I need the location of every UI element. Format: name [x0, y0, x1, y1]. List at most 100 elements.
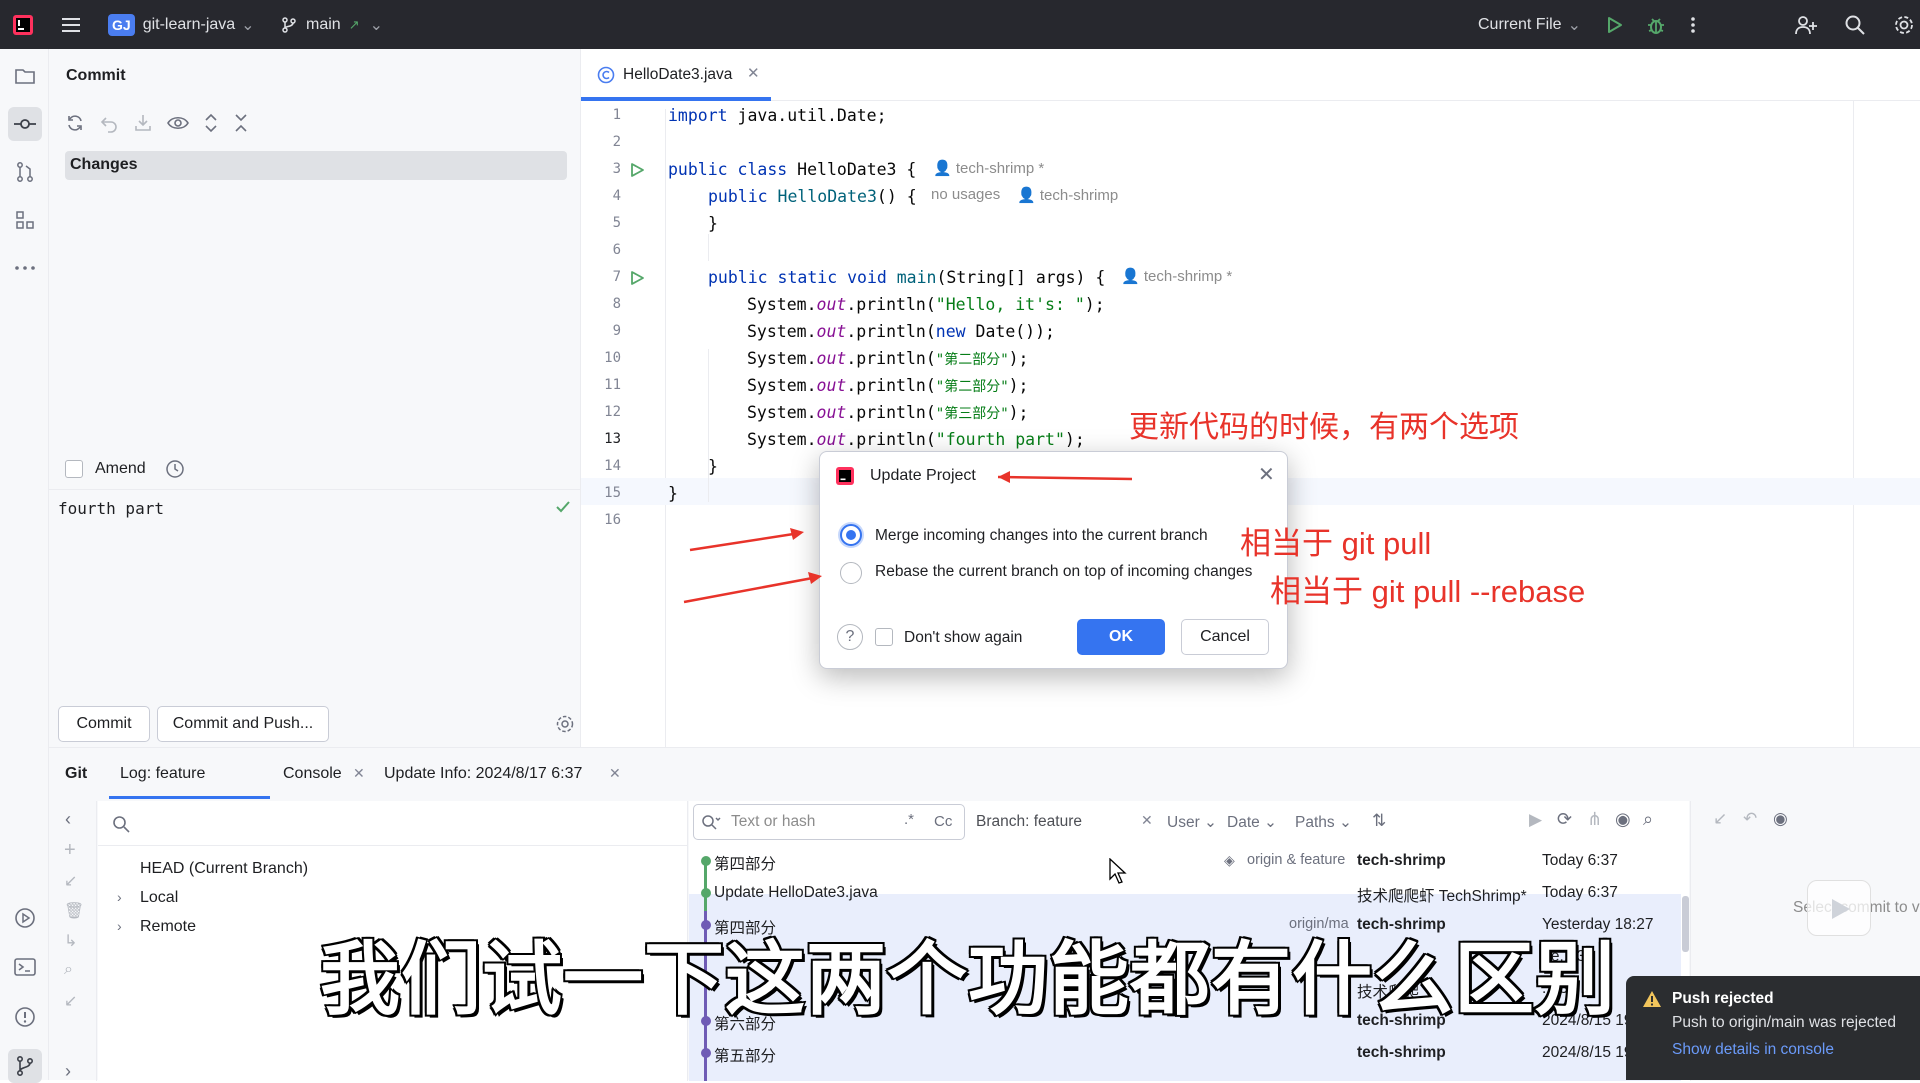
arrow-down-left-icon[interactable]: ↙: [1713, 809, 1727, 829]
code-line-3[interactable]: public class HelloDate3 {: [668, 160, 916, 179]
code-line-1[interactable]: import java.util.Date;: [668, 106, 887, 125]
code-line-4[interactable]: public HelloDate3() {: [708, 187, 917, 206]
intellij-logo-icon[interactable]: [12, 0, 34, 49]
author-hint[interactable]: 👤 tech-shrimp: [1017, 186, 1118, 204]
amend-checkbox[interactable]: [65, 460, 83, 478]
chevron-left-icon[interactable]: ‹: [65, 809, 71, 830]
expand-all-icon[interactable]: [203, 113, 219, 133]
commit-row[interactable]: Update HelloDate3.java 技术爬爬虾 TechShrimp*…: [689, 877, 1639, 909]
search-icon[interactable]: [112, 815, 130, 833]
commit-and-push-button[interactable]: Commit and Push...: [157, 706, 329, 742]
eye-icon[interactable]: ◉: [1615, 809, 1631, 830]
cancel-button[interactable]: Cancel: [1181, 619, 1269, 655]
push-rejected-notification[interactable]: Push rejected Push to origin/main was re…: [1626, 976, 1920, 1080]
user-filter[interactable]: User ⌄: [1167, 813, 1217, 832]
head-branch-node[interactable]: HEAD (Current Branch): [140, 860, 308, 878]
tab-update-info[interactable]: Update Info: 2024/8/17 6:37 ✕: [379, 748, 629, 800]
code-line-11[interactable]: System.out.println("第二部分");: [747, 376, 1029, 396]
services-icon[interactable]: [8, 901, 42, 935]
close-dialog-icon[interactable]: ✕: [1258, 462, 1275, 487]
more-tools-icon[interactable]: [8, 251, 42, 285]
search-icon[interactable]: [1844, 0, 1866, 49]
dont-show-checkbox[interactable]: [875, 628, 893, 646]
local-branches-node[interactable]: Local: [140, 889, 178, 907]
merge-arrow-icon[interactable]: ↳: [64, 931, 77, 951]
cherry-pick-play-icon[interactable]: ▶: [1529, 810, 1542, 830]
project-folder-icon[interactable]: [8, 59, 42, 93]
tab-console[interactable]: Console ✕: [271, 748, 371, 800]
pull-requests-icon[interactable]: [8, 155, 42, 189]
collapse-all-icon[interactable]: [233, 113, 249, 133]
code-line-12[interactable]: System.out.println("第三部分");: [747, 403, 1029, 423]
arrow-down-left-icon[interactable]: ↙: [64, 871, 77, 891]
debug-icon[interactable]: [1645, 0, 1667, 49]
delete-icon[interactable]: 🗑: [64, 901, 84, 921]
settings-gear-icon[interactable]: [1893, 0, 1915, 49]
tab-hellodate3[interactable]: HelloDate3.java ✕: [581, 49, 771, 101]
refresh-icon[interactable]: ⟳: [1557, 809, 1572, 830]
regex-toggle[interactable]: .*: [904, 811, 914, 828]
run-config-selector[interactable]: Current File ⌄: [1478, 0, 1581, 49]
chevron-right-icon[interactable]: ›: [117, 918, 122, 934]
log-search-input[interactable]: Text or hash .* Cc: [693, 804, 965, 840]
refresh-icon[interactable]: [65, 113, 85, 133]
close-tab-icon[interactable]: ✕: [609, 765, 621, 782]
log-scrollbar[interactable]: [1682, 896, 1689, 952]
history-clock-icon[interactable]: [165, 459, 185, 479]
author-hint[interactable]: 👤 tech-shrimp *: [1121, 267, 1232, 285]
rollback-icon[interactable]: [99, 113, 119, 133]
commit-tool-icon[interactable]: [8, 107, 42, 141]
eye-icon[interactable]: ◉: [1773, 809, 1788, 829]
main-menu-icon[interactable]: [60, 0, 82, 49]
run-class-icon[interactable]: [629, 162, 645, 178]
run-icon[interactable]: [1604, 0, 1624, 49]
problems-icon[interactable]: [8, 1000, 42, 1034]
search-icon[interactable]: ⌕: [1643, 809, 1653, 830]
more-vertical-icon[interactable]: [1690, 0, 1696, 49]
paths-filter[interactable]: Paths ⌄: [1295, 813, 1352, 832]
commit-row[interactable]: 第四部分 ◈ origin & feature tech-shrimp Toda…: [689, 845, 1639, 877]
graph-options-icon[interactable]: ⋔: [1587, 809, 1602, 830]
code-line-5[interactable]: }: [708, 214, 718, 233]
close-tab-icon[interactable]: ✕: [353, 765, 365, 782]
usages-hint[interactable]: no usages: [931, 186, 1000, 203]
commit-row[interactable]: 第五部分 tech-shrimp 2024/8/15 19:02: [689, 1037, 1654, 1069]
code-line-10[interactable]: System.out.println("第二部分");: [747, 349, 1029, 369]
ok-button[interactable]: OK: [1077, 619, 1165, 655]
close-tab-icon[interactable]: ✕: [747, 64, 760, 82]
add-user-icon[interactable]: [1794, 0, 1818, 49]
commit-options-gear-icon[interactable]: [555, 714, 575, 734]
video-play-icon[interactable]: [1807, 880, 1871, 936]
clear-filter-icon[interactable]: ✕: [1141, 812, 1153, 829]
code-line-13[interactable]: System.out.println("fourth part");: [747, 430, 1085, 449]
chevron-right-icon[interactable]: ›: [65, 1061, 71, 1082]
case-sensitive-toggle[interactable]: Cc: [934, 813, 952, 830]
code-line-15[interactable]: }: [668, 484, 678, 503]
git-tool-icon[interactable]: [8, 1049, 42, 1083]
date-filter[interactable]: Date ⌄: [1227, 813, 1277, 832]
branch-selector[interactable]: main ↗ ⌄: [280, 0, 383, 49]
run-main-icon[interactable]: [629, 270, 645, 286]
terminal-icon[interactable]: [8, 950, 42, 984]
changes-node[interactable]: Changes: [65, 151, 567, 180]
plus-icon[interactable]: +: [64, 839, 76, 862]
sort-icon[interactable]: ⇅: [1372, 811, 1386, 831]
chevron-right-icon[interactable]: ›: [117, 889, 122, 905]
author-hint[interactable]: 👤 tech-shrimp *: [933, 159, 1044, 177]
remote-branches-node[interactable]: Remote: [140, 918, 196, 936]
shelve-download-icon[interactable]: [133, 113, 153, 133]
search-icon[interactable]: ⌕: [64, 961, 73, 979]
code-line-8[interactable]: System.out.println("Hello, it's: ");: [747, 295, 1105, 314]
show-details-link[interactable]: Show details in console: [1672, 1041, 1834, 1059]
arrow-down-left-icon[interactable]: ↙: [64, 991, 77, 1011]
undo-icon[interactable]: ↶: [1743, 809, 1757, 829]
code-line-9[interactable]: System.out.println(new Date());: [747, 322, 1055, 341]
project-selector[interactable]: GJ git-learn-java ⌄: [108, 0, 255, 49]
structure-icon[interactable]: [8, 203, 42, 237]
help-icon[interactable]: ?: [837, 624, 863, 650]
tab-log-feature[interactable]: Log: feature: [109, 748, 270, 800]
eye-icon[interactable]: [167, 113, 189, 133]
code-line-7[interactable]: public static void main(String[] args) {: [708, 268, 1105, 287]
branch-filter[interactable]: Branch: feature: [976, 813, 1082, 831]
commit-button[interactable]: Commit: [58, 706, 150, 742]
